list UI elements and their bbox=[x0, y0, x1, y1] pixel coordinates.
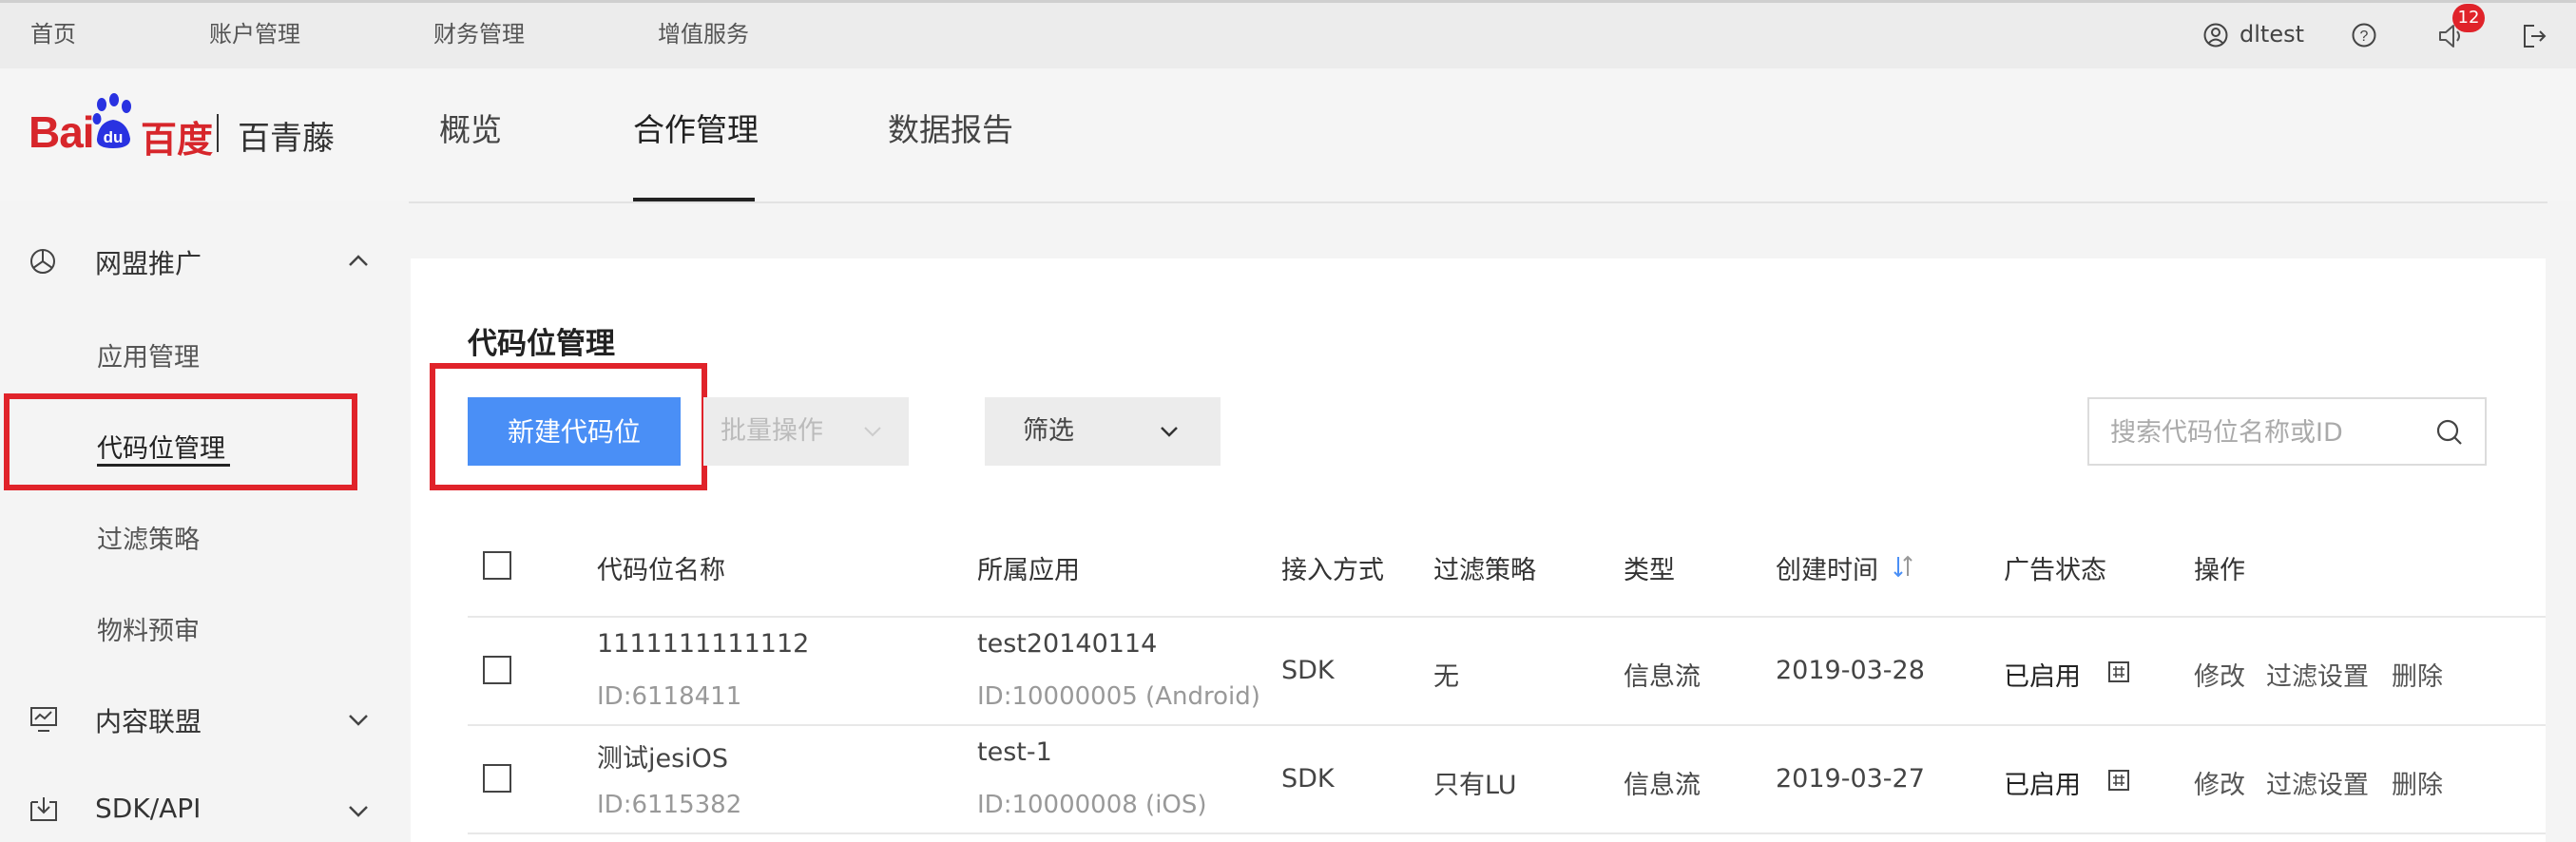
sidebar-group-sdk-api[interactable]: SDK/API bbox=[95, 793, 201, 824]
topnav-finance[interactable]: 财务管理 bbox=[433, 0, 525, 68]
th-filter: 过滤策略 bbox=[1433, 556, 1536, 585]
status-toggle-icon[interactable] bbox=[2108, 661, 2129, 682]
page-title: 代码位管理 bbox=[468, 327, 615, 361]
active-tab-indicator bbox=[633, 198, 755, 201]
svg-text:?: ? bbox=[2360, 29, 2369, 45]
adslot-id: ID:6118411 bbox=[597, 682, 742, 711]
topnav-value-added[interactable]: 增值服务 bbox=[658, 0, 749, 68]
search-icon[interactable] bbox=[2435, 418, 2464, 447]
chevron-down-icon[interactable] bbox=[348, 804, 369, 817]
tab-cooperation[interactable]: 合作管理 bbox=[633, 105, 759, 150]
sidebar-item-filter-strategy[interactable]: 过滤策略 bbox=[97, 519, 200, 556]
created-date: 2019-03-28 bbox=[1776, 656, 1925, 685]
sidebar-item-app-management[interactable]: 应用管理 bbox=[97, 336, 200, 373]
filter-settings-link[interactable]: 过滤设置 bbox=[2266, 764, 2369, 801]
notification-badge: 12 bbox=[2452, 4, 2485, 32]
highlight-box-sidebar bbox=[4, 393, 357, 490]
search-input[interactable] bbox=[2108, 399, 2426, 466]
pie-icon bbox=[29, 247, 57, 276]
access-method: SDK bbox=[1281, 764, 1335, 794]
header-divider bbox=[409, 201, 2547, 203]
header bbox=[0, 68, 2576, 201]
app-name: test-1 bbox=[977, 737, 1052, 767]
edit-link[interactable]: 修改 bbox=[2194, 764, 2245, 801]
paw-icon: du bbox=[91, 93, 135, 154]
search-box[interactable] bbox=[2087, 397, 2487, 466]
monitor-icon bbox=[29, 705, 59, 734]
sidebar-item-material-review[interactable]: 物料预审 bbox=[97, 610, 200, 647]
status-text: 已启用 bbox=[2004, 662, 2081, 692]
logo-baidu-cn: 百度 bbox=[141, 119, 214, 161]
th-actions: 操作 bbox=[2194, 556, 2245, 585]
help-icon[interactable]: ? bbox=[2352, 23, 2376, 48]
ad-type: 信息流 bbox=[1624, 662, 1701, 692]
top-bar bbox=[0, 0, 2576, 68]
tab-overview[interactable]: 概览 bbox=[439, 105, 502, 150]
adslot-name[interactable]: 测试jesiOS bbox=[597, 737, 728, 775]
user-icon[interactable] bbox=[2203, 23, 2228, 48]
adslot-id: ID:6115382 bbox=[597, 791, 742, 819]
th-adslot-name: 代码位名称 bbox=[597, 556, 725, 585]
batch-operation-label: 批量操作 bbox=[721, 416, 823, 446]
svg-text:du: du bbox=[104, 128, 124, 146]
download-box-icon bbox=[29, 794, 59, 823]
logo-product-name: 百青藤 bbox=[238, 120, 335, 158]
row-divider bbox=[468, 616, 2546, 618]
topnav-account[interactable]: 账户管理 bbox=[209, 0, 300, 68]
select-all-checkbox[interactable] bbox=[483, 551, 511, 580]
filter-settings-link[interactable]: 过滤设置 bbox=[2266, 656, 2369, 693]
logo-bai-text: Bai bbox=[29, 107, 95, 157]
logo-separator bbox=[217, 114, 219, 152]
chevron-down-icon bbox=[1161, 427, 1178, 437]
row-checkbox[interactable] bbox=[483, 656, 511, 684]
tab-data-report[interactable]: 数据报告 bbox=[888, 105, 1013, 150]
delete-link[interactable]: 删除 bbox=[2392, 656, 2443, 693]
chevron-up-icon[interactable] bbox=[348, 253, 369, 266]
row-divider bbox=[468, 832, 2546, 834]
row-divider bbox=[468, 724, 2546, 726]
status-toggle-icon[interactable] bbox=[2108, 770, 2129, 791]
th-type: 类型 bbox=[1624, 556, 1675, 585]
chevron-down-icon bbox=[864, 427, 881, 437]
app-id: ID:10000005 (Android) bbox=[977, 682, 1260, 711]
logout-icon[interactable] bbox=[2521, 23, 2547, 49]
status-text: 已启用 bbox=[2004, 771, 2081, 800]
sort-icon[interactable] bbox=[1892, 553, 1914, 580]
sidebar-group-content[interactable]: 内容联盟 bbox=[95, 701, 202, 739]
highlight-box-new-button bbox=[430, 363, 707, 490]
th-app: 所属应用 bbox=[977, 556, 1080, 585]
th-created[interactable]: 创建时间 bbox=[1776, 549, 1878, 586]
row-checkbox[interactable] bbox=[483, 764, 511, 793]
filter-dropdown[interactable]: 筛选 bbox=[985, 397, 1221, 466]
th-access: 接入方式 bbox=[1281, 556, 1384, 585]
batch-operation-dropdown[interactable]: 批量操作 bbox=[703, 397, 909, 466]
created-date: 2019-03-27 bbox=[1776, 764, 1925, 794]
adslot-name[interactable]: 1111111111112 bbox=[597, 629, 809, 659]
app-id: ID:10000008 (iOS) bbox=[977, 791, 1207, 819]
username[interactable]: dltest bbox=[2240, 0, 2304, 68]
filter-strategy: 只有LU bbox=[1433, 771, 1517, 800]
filter-label: 筛选 bbox=[1023, 416, 1074, 446]
ad-type: 信息流 bbox=[1624, 771, 1701, 800]
edit-link[interactable]: 修改 bbox=[2194, 656, 2245, 693]
access-method: SDK bbox=[1281, 656, 1335, 685]
filter-strategy: 无 bbox=[1433, 662, 1459, 692]
sidebar-group-alliance[interactable]: 网盟推广 bbox=[95, 243, 202, 281]
delete-link[interactable]: 删除 bbox=[2392, 764, 2443, 801]
chevron-down-icon[interactable] bbox=[348, 713, 369, 726]
th-status: 广告状态 bbox=[2004, 556, 2106, 585]
app-name: test20140114 bbox=[977, 629, 1158, 659]
topnav-home[interactable]: 首页 bbox=[30, 0, 76, 68]
